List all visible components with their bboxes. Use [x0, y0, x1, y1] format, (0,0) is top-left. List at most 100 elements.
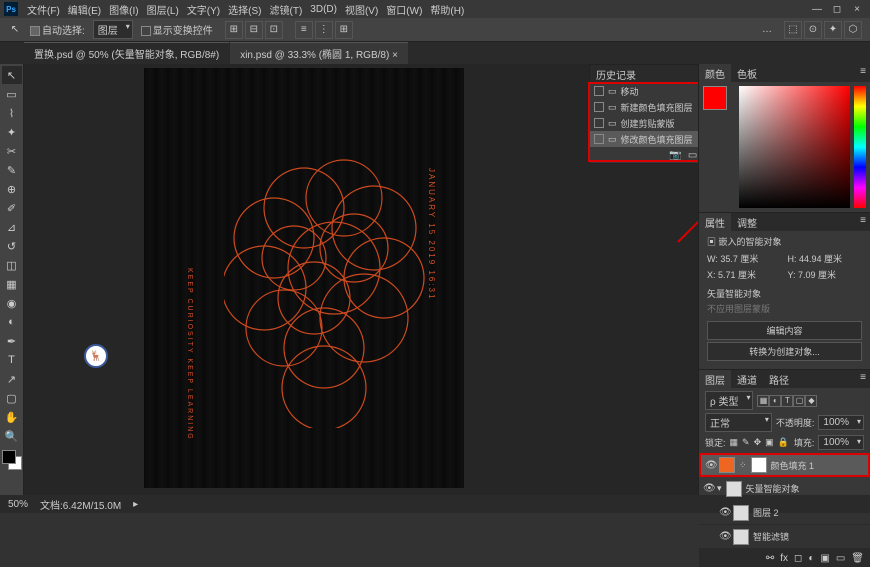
canvas-area[interactable]: JANUARY 15 2019 16:31 KEEP CURIOSITY KEE…	[24, 64, 698, 495]
foreground-color[interactable]	[2, 450, 16, 464]
minimize-button[interactable]: —	[808, 4, 826, 15]
menu-window[interactable]: 窗口(W)	[383, 2, 425, 17]
menu-layer[interactable]: 图层(L)	[144, 2, 182, 17]
path-tool[interactable]: ↗	[2, 370, 22, 388]
layer-row[interactable]: 👁 ⁘ 颜色填充 1	[699, 453, 870, 477]
layer-thumb[interactable]	[726, 481, 742, 497]
type-tool[interactable]: T	[2, 351, 22, 369]
visibility-icon[interactable]: 👁	[705, 460, 715, 471]
menu-select[interactable]: 选择(S)	[225, 2, 264, 17]
layer-style-icon[interactable]: fx	[780, 553, 788, 564]
history-item[interactable]: ▭移动	[590, 83, 698, 99]
lock-icon[interactable]: ▦	[730, 437, 739, 448]
auto-select-checkbox[interactable]	[30, 26, 40, 36]
adjustment-icon[interactable]: ◐	[808, 553, 814, 564]
doc-tab[interactable]: xin.psd @ 33.3% (椭圆 1, RGB/8) ×	[230, 42, 408, 64]
gradient-tool[interactable]: ▦	[2, 275, 22, 293]
doc-tab-active[interactable]: 置换.psd @ 50% (矢量智能对象, RGB/8#)	[24, 42, 229, 64]
pen-tool[interactable]: ✒	[2, 332, 22, 350]
menu-image[interactable]: 图像(I)	[106, 2, 141, 17]
opacity-input[interactable]: 100%	[818, 415, 864, 430]
lock-icon[interactable]: ✎	[742, 437, 750, 448]
transform-checkbox[interactable]	[141, 26, 151, 36]
delete-layer-icon[interactable]: 🗑	[851, 553, 864, 564]
hand-tool[interactable]: ✋	[2, 408, 22, 426]
layer-name[interactable]: 矢量智能对象	[746, 482, 800, 495]
layer-mask-icon[interactable]: ◻	[794, 553, 802, 564]
layer-row[interactable]: 👁 ▾ 矢量智能对象	[699, 477, 870, 501]
history-item[interactable]: ▭新建颜色填充图层	[590, 99, 698, 115]
canvas[interactable]: JANUARY 15 2019 16:31 KEEP CURIOSITY KEE…	[144, 68, 464, 488]
color-swatches[interactable]	[2, 450, 22, 470]
filter-icon[interactable]: ▢	[793, 395, 805, 407]
new-layer-icon[interactable]: ▭	[836, 553, 845, 564]
3d-icon[interactable]: ⊙	[804, 21, 822, 39]
channels-tab[interactable]: 通道	[731, 370, 763, 388]
fill-input[interactable]: 100%	[818, 435, 864, 450]
3d-icon[interactable]: ⬚	[784, 21, 802, 39]
blur-tool[interactable]: ◉	[2, 294, 22, 312]
heal-tool[interactable]: ⊕	[2, 180, 22, 198]
history-item[interactable]: ▭修改颜色填充图层	[590, 131, 698, 147]
layer-row[interactable]: 👁 智能滤镜	[699, 525, 870, 549]
move-tool[interactable]: ↖	[2, 66, 22, 84]
menu-type[interactable]: 文字(Y)	[184, 2, 223, 17]
restore-button[interactable]: ◻	[828, 4, 846, 15]
filter-kind-dropdown[interactable]: ρ 类型	[705, 391, 753, 410]
panel-menu-icon[interactable]: ≡	[856, 64, 870, 82]
menu-file[interactable]: 文件(F)	[24, 2, 63, 17]
align-icon[interactable]: ⊞	[225, 21, 243, 39]
lock-icon[interactable]: ✥	[754, 437, 762, 448]
expand-icon[interactable]: ▾	[717, 483, 722, 494]
menu-edit[interactable]: 编辑(E)	[65, 2, 104, 17]
3d-icon[interactable]: ✦	[824, 21, 842, 39]
filter-icon[interactable]: ▦	[757, 395, 769, 407]
zoom-value[interactable]: 50%	[8, 499, 28, 510]
align-icon[interactable]: ⊡	[265, 21, 283, 39]
menu-filter[interactable]: 滤镜(T)	[267, 2, 306, 17]
filter-icon[interactable]: ◐	[769, 395, 781, 407]
swatches-tab[interactable]: 色板	[731, 64, 763, 82]
link-layers-icon[interactable]: ⚯	[766, 553, 774, 564]
zoom-tool[interactable]: 🔍	[2, 427, 22, 445]
group-icon[interactable]: ▣	[820, 553, 829, 564]
color-field[interactable]	[739, 86, 850, 208]
eyedropper-tool[interactable]: ✎	[2, 161, 22, 179]
menu-view[interactable]: 视图(V)	[342, 2, 381, 17]
visibility-icon[interactable]: 👁	[719, 531, 729, 542]
layer-name[interactable]: 颜色填充 1	[771, 459, 815, 472]
brush-tool[interactable]: ✐	[2, 199, 22, 217]
paths-tab[interactable]: 路径	[763, 370, 795, 388]
layer-name[interactable]: 智能滤镜	[753, 530, 789, 543]
layer-thumb[interactable]	[733, 529, 749, 545]
history-item[interactable]: ▭创建剪贴蒙版	[590, 115, 698, 131]
eraser-tool[interactable]: ◫	[2, 256, 22, 274]
new-doc-icon[interactable]: ▭	[688, 150, 697, 161]
lock-icon[interactable]: 🔒	[778, 437, 789, 448]
close-button[interactable]: ×	[848, 4, 866, 15]
color-preview[interactable]	[703, 86, 735, 208]
shape-tool[interactable]: ▢	[2, 389, 22, 407]
snapshot-icon[interactable]: 📷	[669, 150, 681, 161]
panel-menu-icon[interactable]: ≡	[856, 213, 870, 231]
lasso-tool[interactable]: ⌇	[2, 104, 22, 122]
panel-menu-icon[interactable]: ≡	[856, 370, 870, 388]
distribute-icon[interactable]: ≡	[295, 21, 313, 39]
distribute-icon[interactable]: ⋮	[315, 21, 333, 39]
adjustments-tab[interactable]: 调整	[731, 213, 763, 231]
filter-icon[interactable]: T	[781, 395, 793, 407]
distribute-icon[interactable]: ⊞	[335, 21, 353, 39]
menu-3d[interactable]: 3D(D)	[307, 4, 340, 15]
filter-icon[interactable]: ◆	[805, 395, 817, 407]
properties-tab[interactable]: 属性	[699, 213, 731, 231]
menu-help[interactable]: 帮助(H)	[427, 2, 467, 17]
dodge-tool[interactable]: ◐	[2, 313, 22, 331]
auto-select-dropdown[interactable]: 图层	[93, 20, 133, 39]
blend-mode-dropdown[interactable]: 正常	[705, 413, 772, 432]
layer-row[interactable]: 👁 图层 2	[699, 501, 870, 525]
layers-tab[interactable]: 图层	[699, 370, 731, 388]
stamp-tool[interactable]: ⊿	[2, 218, 22, 236]
layer-mask-thumb[interactable]	[751, 457, 767, 473]
3d-icon[interactable]: ⬡	[844, 21, 862, 39]
visibility-icon[interactable]: 👁	[703, 483, 713, 494]
